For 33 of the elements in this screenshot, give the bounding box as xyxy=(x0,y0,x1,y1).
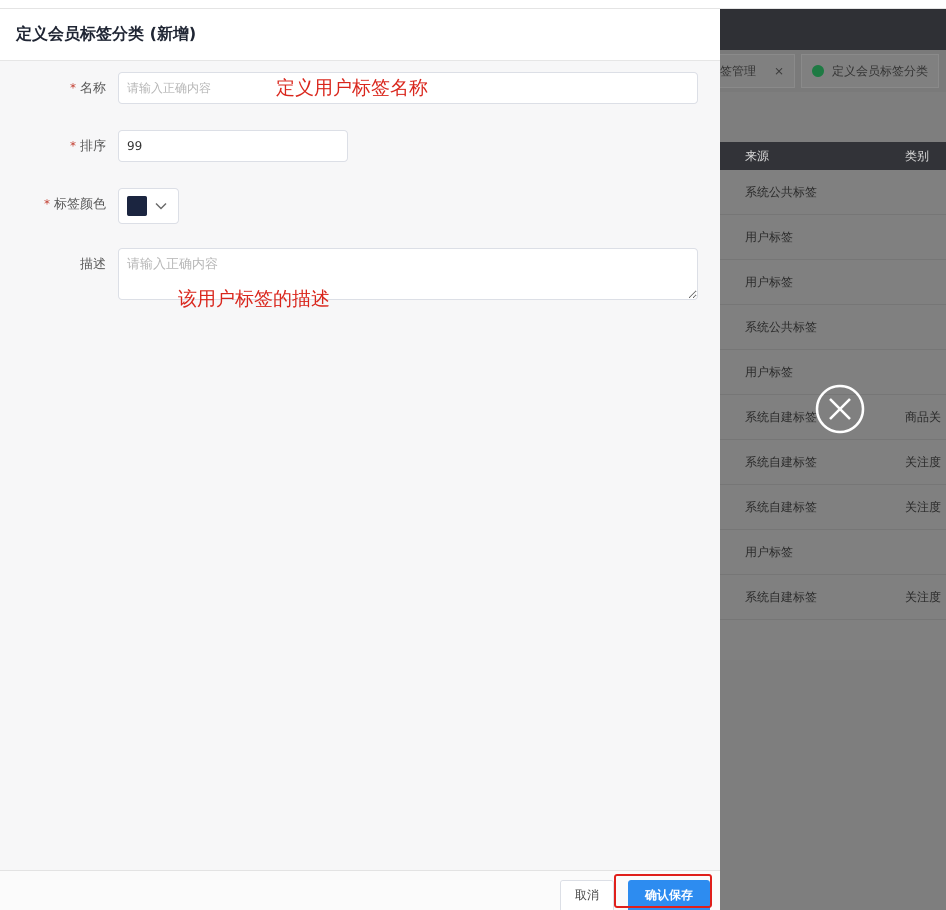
table-cell: 系统自建标签 xyxy=(745,588,817,606)
field-label: 标签颜色 xyxy=(54,196,106,213)
table-cell: 关注度 xyxy=(905,454,941,470)
table-cell: 用户标签 xyxy=(745,364,793,380)
field-label: 名称 xyxy=(80,80,106,97)
column-header: 来源 xyxy=(745,148,769,164)
save-button[interactable]: 确认保存 xyxy=(628,880,710,910)
field-label: 描述 xyxy=(80,256,106,273)
chevron-icon xyxy=(155,202,167,210)
annotation-text: 定义用户标签名称 xyxy=(276,76,428,101)
table-cell: 用户标签 xyxy=(745,274,793,290)
table-cell: 系统自建标签 xyxy=(745,454,817,470)
table-cell: 系统公共标签 xyxy=(745,318,817,336)
column-header: 类别 xyxy=(905,148,929,164)
table-cell: 关注度 xyxy=(905,588,941,606)
drawer-title: 定义会员标签分类 (新增) xyxy=(16,24,196,45)
page-tab[interactable]: 定义会员标签分类 xyxy=(801,54,940,88)
table-cell: 系统自建标签 xyxy=(745,408,817,426)
input-field[interactable]: 99 xyxy=(118,130,348,162)
table-cell: 用户标签 xyxy=(745,544,793,560)
required-mark: * xyxy=(70,139,76,153)
table-cell: 系统自建标签 xyxy=(745,498,817,516)
table-cell: 商品关 xyxy=(905,408,941,426)
field-label: 排序 xyxy=(80,138,106,155)
close-icon[interactable] xyxy=(815,384,865,434)
table-cell: 关注度 xyxy=(905,498,941,516)
required-mark: * xyxy=(70,81,76,95)
table-cell: 系统公共标签 xyxy=(745,184,817,200)
page-tab[interactable]: 签管理 × xyxy=(720,54,796,88)
table-cell: 用户标签 xyxy=(745,228,793,246)
cancel-button[interactable]: 取消 xyxy=(560,880,614,910)
color-picker[interactable] xyxy=(118,188,179,224)
required-mark: * xyxy=(44,197,50,211)
